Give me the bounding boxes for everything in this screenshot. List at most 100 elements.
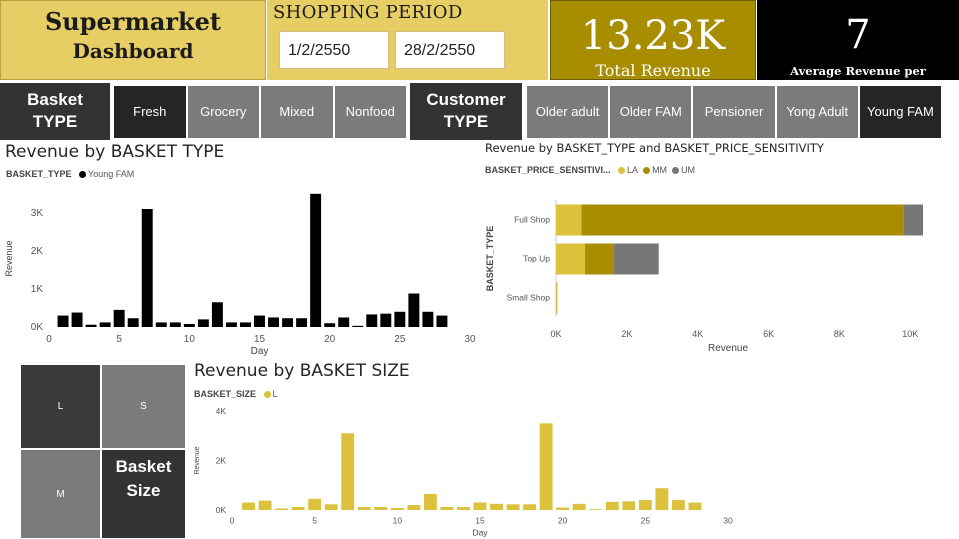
chart1-bar[interactable]: [127, 318, 139, 327]
chart3-bar[interactable]: [374, 507, 388, 510]
chart2-xtick: 2K: [621, 329, 632, 339]
chart2-bar-segment[interactable]: [614, 243, 659, 275]
chart3-bar[interactable]: [341, 433, 355, 510]
basket-size-tile-l[interactable]: L: [21, 365, 100, 448]
chart1-bar[interactable]: [282, 318, 294, 327]
chart1-bar[interactable]: [211, 302, 223, 327]
chart2-bar-segment[interactable]: [556, 282, 557, 314]
chart3-bar[interactable]: [671, 500, 685, 510]
chart1-bar[interactable]: [394, 311, 406, 327]
chart3-bar[interactable]: [242, 502, 255, 510]
chart3-bar[interactable]: [572, 503, 586, 510]
chart1-ytick: 1K: [31, 284, 44, 295]
basket-size-tile-s[interactable]: S: [102, 365, 185, 448]
chart3-bar[interactable]: [390, 508, 404, 510]
chart1-bar[interactable]: [436, 315, 448, 327]
chart3-bar[interactable]: [605, 501, 619, 510]
basket-type-option-fresh[interactable]: Fresh: [114, 86, 188, 138]
chart3-ytick: 0K: [216, 505, 227, 515]
chart1-bar[interactable]: [310, 193, 322, 327]
chart1-bar[interactable]: [366, 314, 378, 327]
chart1-bar[interactable]: [99, 322, 111, 327]
chart2-bar-segment[interactable]: [556, 204, 582, 236]
chart1-bar[interactable]: [183, 323, 195, 327]
chart1-xtick: 25: [394, 334, 406, 345]
start-date-input[interactable]: 1/2/2550: [279, 31, 389, 69]
customer-type-option-older-adult[interactable]: Older adult: [527, 86, 611, 138]
chart1-bar[interactable]: [71, 312, 83, 327]
chart1-bar[interactable]: [239, 322, 251, 327]
end-date-input[interactable]: 28/2/2550: [395, 31, 505, 69]
chart2-xtick: 6K: [763, 329, 774, 339]
chart2-title: Revenue by BASKET_TYPE and BASKET_PRICE_…: [485, 141, 824, 155]
chart1-bar[interactable]: [296, 318, 308, 327]
chart3-bar[interactable]: [506, 504, 520, 510]
chart2-bar-segment[interactable]: [903, 204, 924, 236]
chart1-bar[interactable]: [338, 317, 350, 327]
chart3-bar[interactable]: [539, 423, 553, 510]
chart1-bar[interactable]: [254, 315, 265, 327]
chart3-bar[interactable]: [324, 504, 338, 510]
total-revenue-label: Total Revenue: [595, 61, 711, 80]
total-revenue-value: 13.23K: [580, 13, 726, 59]
customer-type-option-pensioner[interactable]: Pensioner: [693, 86, 777, 138]
chart1-bar[interactable]: [155, 322, 167, 327]
chart3-bar[interactable]: [523, 504, 537, 510]
chart1-bar[interactable]: [268, 317, 280, 327]
chart1-bar[interactable]: [113, 309, 125, 327]
chart2-bar-segment[interactable]: [556, 243, 586, 275]
chart2-xtick: 8K: [834, 329, 845, 339]
chart3-bar[interactable]: [556, 507, 570, 510]
chart1-bar[interactable]: [85, 324, 97, 327]
chart3-bar[interactable]: [407, 505, 421, 510]
chart3-bar[interactable]: [258, 500, 272, 510]
chart1-xtick: 0: [46, 334, 52, 345]
customer-type-option-older-fam[interactable]: Older FAM: [610, 86, 694, 138]
chart1-xtick: 10: [184, 334, 196, 345]
chart1-xtick: 15: [254, 334, 266, 345]
chart2-legend-dot: [618, 167, 626, 175]
chart1-bar[interactable]: [225, 322, 237, 327]
chart3-legend-dot: [263, 391, 271, 399]
chart1-title: Revenue by BASKET TYPE: [5, 142, 225, 162]
chart3-bar[interactable]: [423, 493, 437, 510]
customer-type-option-yong-adult[interactable]: Yong Adult: [776, 86, 860, 138]
chart1-bar[interactable]: [169, 322, 181, 327]
revenue-by-basket-type-chart: 0K 1K 2K 3K 0 5 10 15 20 25 30 Day Revenue: [4, 193, 476, 357]
basket-type-option-grocery[interactable]: Grocery: [187, 86, 261, 138]
basket-type-slicer-label: Basket TYPE: [0, 83, 110, 140]
chart3-bar[interactable]: [357, 507, 371, 510]
chart1-bar[interactable]: [141, 209, 153, 327]
chart1-bar[interactable]: [408, 293, 420, 327]
basket-type-option-nonfood[interactable]: Nonfood: [334, 86, 408, 138]
chart1-bar[interactable]: [352, 325, 364, 327]
chart1-bar[interactable]: [380, 313, 392, 327]
chart2-bar-segment[interactable]: [585, 243, 615, 275]
chart1-bar[interactable]: [324, 323, 336, 327]
chart3-bar[interactable]: [622, 501, 636, 510]
chart3-bar[interactable]: [589, 509, 603, 510]
chart3-bar[interactable]: [655, 488, 669, 510]
chart3-bar[interactable]: [638, 500, 652, 510]
basket-type-option-mixed[interactable]: Mixed: [261, 86, 335, 138]
chart1-bar[interactable]: [197, 319, 209, 327]
customer-type-option-young-fam[interactable]: Young FAM: [859, 86, 944, 138]
chart3-bar[interactable]: [473, 502, 487, 510]
chart3-bar[interactable]: [275, 508, 289, 510]
revenue-by-basket-size-chart: 0K 2K 4K 0 5 10 15 20 25 30 Day Revenue: [194, 406, 733, 538]
chart3-bar[interactable]: [440, 507, 454, 510]
chart3-bar[interactable]: [457, 507, 470, 510]
chart2-legend-dot: [672, 167, 680, 175]
chart2-ylabel: BASKET_TYPE: [485, 226, 495, 292]
chart2-bar-segment[interactable]: [556, 282, 558, 314]
chart3-xtick: 5: [312, 516, 317, 526]
chart1-bar[interactable]: [57, 315, 69, 327]
chart3-bar[interactable]: [308, 498, 322, 510]
basket-size-label-line2: Size: [126, 481, 161, 500]
chart1-bar[interactable]: [422, 311, 434, 327]
chart3-bar[interactable]: [688, 502, 702, 510]
chart2-bar-segment[interactable]: [581, 204, 904, 236]
chart3-bar[interactable]: [490, 503, 503, 510]
basket-size-tile-m[interactable]: M: [21, 450, 100, 538]
chart3-bar[interactable]: [291, 507, 305, 510]
